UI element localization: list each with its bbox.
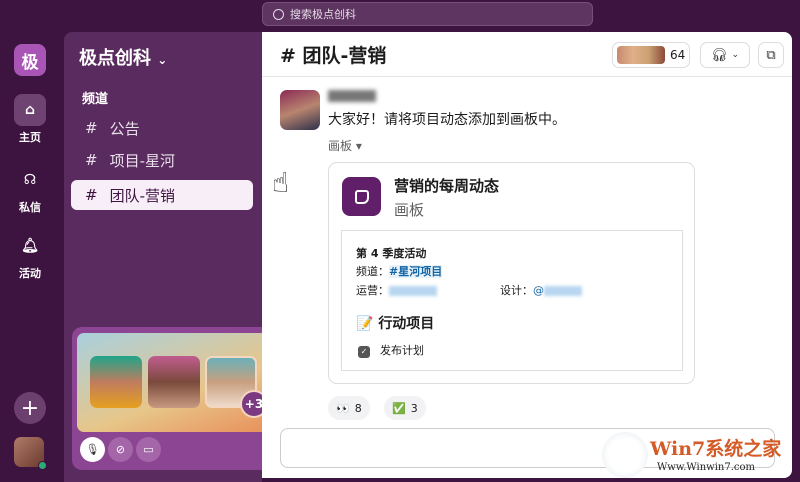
- design-mention-blur: [544, 286, 582, 296]
- watermark-url: Www.Winwin7.com: [657, 462, 755, 473]
- channel-title[interactable]: # 团队-营销: [280, 41, 386, 68]
- hash-icon: #: [85, 151, 98, 169]
- watermark: Win7系统之家 Www.Winwin7.com: [602, 432, 792, 480]
- search-icon: [273, 8, 284, 20]
- hand-cursor-icon: ☝︎: [272, 166, 290, 199]
- channel-team-marketing[interactable]: # 团队-营销: [71, 180, 253, 210]
- microphone-button[interactable]: 🎙︎: [80, 437, 105, 462]
- add-button[interactable]: +: [14, 392, 46, 424]
- huddle-button[interactable]: 🎧︎ ⌄: [700, 42, 750, 68]
- workspace-icon[interactable]: 极: [14, 44, 46, 76]
- task-label: 发布计划: [380, 344, 424, 357]
- canvas-button[interactable]: ⧉: [758, 42, 784, 68]
- watermark-title: Win7系统之家: [650, 438, 782, 460]
- home-icon: ⌂: [14, 94, 46, 126]
- design-field: 设计：@: [500, 282, 582, 298]
- reaction-eyes[interactable]: 👀 8: [328, 396, 370, 420]
- participant-avatar: [148, 356, 200, 408]
- field-label: 设计：: [500, 284, 533, 297]
- dm-icon: ☊: [23, 172, 37, 188]
- eyes-icon: 👀: [336, 401, 350, 415]
- ops-field: 运营：: [356, 282, 437, 298]
- rail-item-dms[interactable]: ☊ 私信: [0, 164, 60, 215]
- preview-heading: 第 4 季度活动: [356, 247, 427, 260]
- video-off-button[interactable]: ⊘: [108, 437, 133, 462]
- section-heading: 📝 行动项目: [356, 313, 434, 333]
- memo-icon: 📝: [356, 316, 374, 332]
- workspace-name: 极点创科: [79, 48, 151, 69]
- headphones-icon: 🎧︎: [710, 47, 728, 63]
- canvas-card[interactable]: 营销的每周动态 画板 第 4 季度活动 频道：#星河项目 运营： 设计：@ 📝 …: [328, 162, 695, 384]
- checkbox-checked[interactable]: ✓: [358, 346, 370, 358]
- canvas-preview: 第 4 季度活动 频道：#星河项目 运营： 设计：@ 📝 行动项目 ✓ 发布计划: [341, 230, 683, 371]
- canvas-type: 画板: [394, 201, 425, 219]
- canvas-title: 营销的每周动态: [394, 177, 500, 195]
- rail-label: 私信: [19, 201, 41, 214]
- channel-announcements[interactable]: # 公告: [71, 113, 253, 143]
- channel-project-xinghe[interactable]: # 项目-星河: [71, 145, 253, 175]
- chevron-down-icon: ⌄: [157, 53, 168, 67]
- status-dot: [38, 461, 47, 470]
- search-placeholder: 搜索极点创科: [290, 8, 356, 21]
- rail-label: 活动: [19, 267, 41, 280]
- channel-link[interactable]: #星河项目: [389, 265, 443, 278]
- attachment-toggle[interactable]: 画板 ▾: [328, 137, 362, 154]
- channel-name: 团队-营销: [109, 186, 175, 205]
- design-mention[interactable]: @: [533, 284, 544, 297]
- hash-icon: #: [85, 119, 98, 137]
- channel-view: # 团队-营销 64 🎧︎ ⌄ ⧉ 大家好！请将项目动态添加到画板中。 画板 ▾…: [262, 32, 792, 478]
- reaction-count: 8: [354, 401, 362, 415]
- user-avatar[interactable]: [14, 437, 47, 470]
- sender-avatar[interactable]: [280, 90, 320, 130]
- reaction-count: 3: [410, 401, 418, 415]
- hash-icon: #: [85, 186, 98, 204]
- huddle-video: +3: [77, 333, 270, 432]
- windows-logo: [602, 432, 648, 478]
- channel-name: 公告: [109, 119, 140, 138]
- section-title: 行动项目: [378, 316, 435, 332]
- message-text: 大家好！请将项目动态添加到画板中。: [328, 112, 566, 128]
- ops-mention[interactable]: [389, 286, 437, 296]
- channel-name: 项目-星河: [109, 151, 175, 170]
- workspace-rail: 极 ⌂ 主页 ☊ 私信 🔔︎ 活动 +: [0, 32, 64, 482]
- channels-heading[interactable]: 频道: [82, 88, 108, 107]
- reaction-check[interactable]: ✅ 3: [384, 396, 426, 420]
- top-bar: 搜索极点创科: [0, 0, 800, 32]
- screen-share-button[interactable]: ▭: [136, 437, 161, 462]
- workspace-menu[interactable]: 极点创科 ⌄: [79, 44, 167, 70]
- search-bar[interactable]: 搜索极点创科: [262, 2, 593, 26]
- chevron-down-icon: ⌄: [731, 50, 740, 60]
- check-icon: ✅: [392, 401, 406, 415]
- huddle-panel[interactable]: +3 🎙︎ ⊘ ▭: [72, 327, 275, 470]
- members-button[interactable]: 64: [612, 42, 690, 68]
- field-label: 运营：: [356, 284, 389, 297]
- rail-item-activity[interactable]: 🔔︎ 活动: [0, 230, 60, 281]
- rail-item-home[interactable]: ⌂ 主页: [0, 94, 60, 145]
- member-avatars: [617, 46, 665, 64]
- bell-icon: 🔔︎: [21, 238, 39, 254]
- canvas-icon: [342, 177, 381, 216]
- participant-avatar: [90, 356, 142, 408]
- rail-label: 主页: [19, 131, 41, 144]
- channel-field: 频道：#星河项目: [356, 263, 443, 279]
- channel-header: # 团队-营销 64 🎧︎ ⌄ ⧉: [262, 32, 792, 77]
- sender-name[interactable]: [328, 90, 376, 102]
- member-count: 64: [670, 48, 686, 62]
- new-canvas-icon: ⧉: [766, 47, 776, 63]
- field-label: 频道：: [356, 265, 389, 278]
- task-item: ✓ 发布计划: [358, 342, 424, 358]
